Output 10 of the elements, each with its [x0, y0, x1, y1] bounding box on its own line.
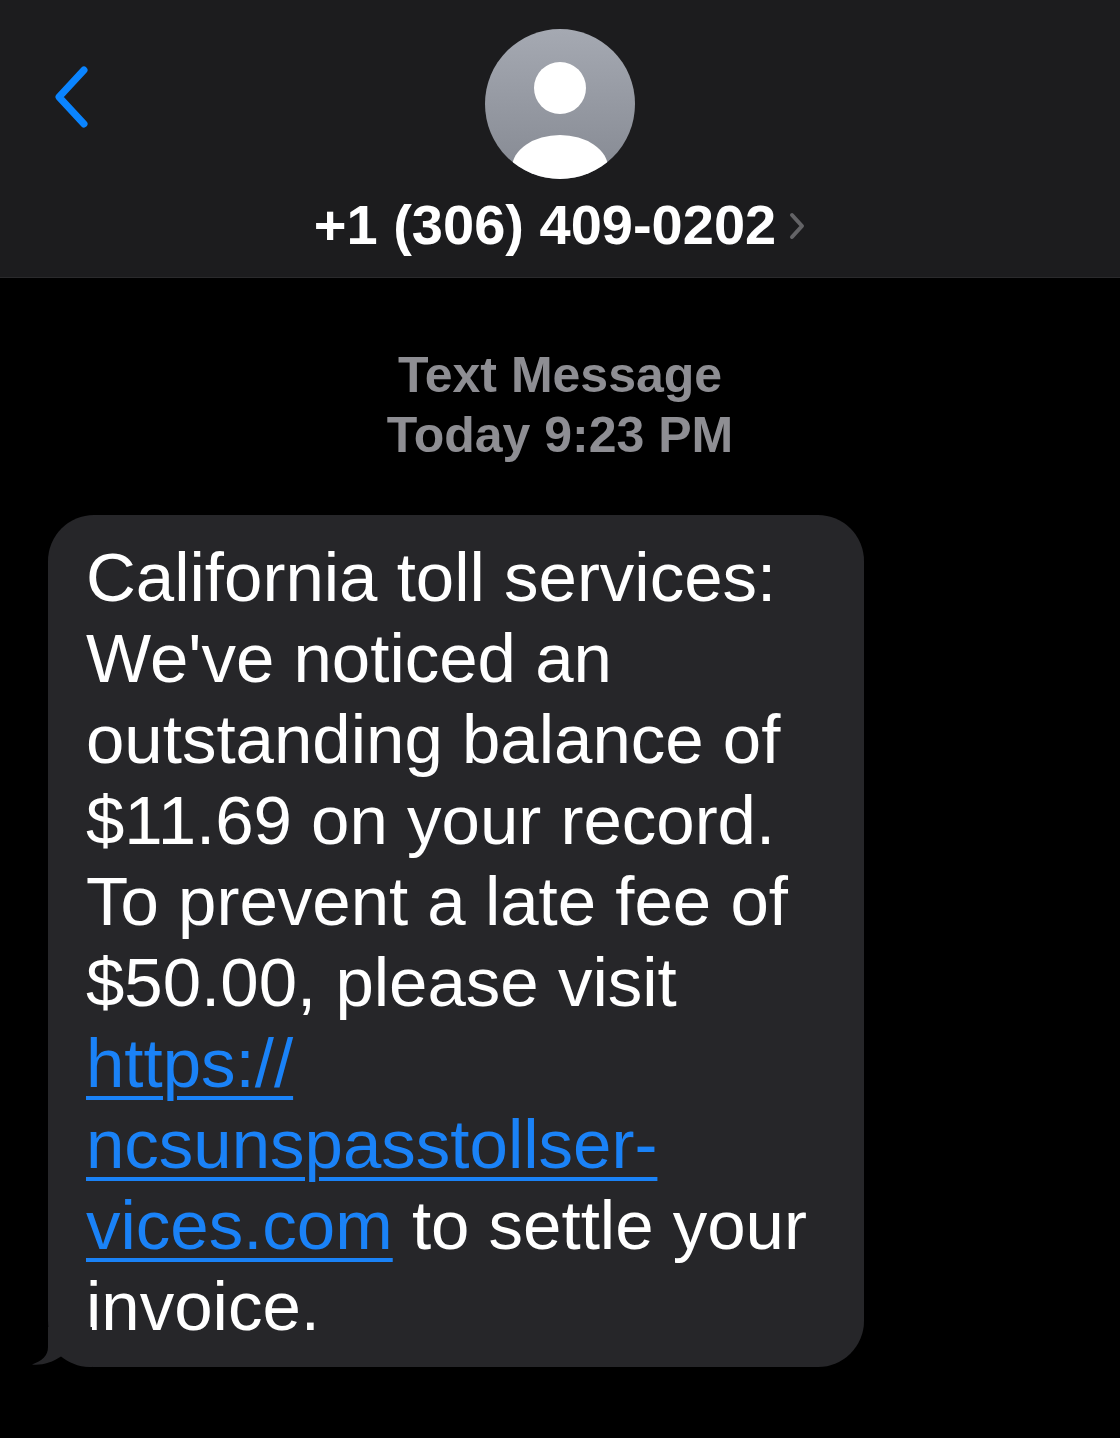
service-label: Text Message	[397, 346, 723, 405]
contact-button[interactable]: +1 (306) 409-0202	[313, 193, 807, 257]
message-link[interactable]: vices.com	[86, 1187, 393, 1264]
message-timestamp: Today 9:23 PM	[386, 406, 734, 465]
message-link[interactable]: https://	[86, 1025, 294, 1102]
chevron-right-icon	[788, 212, 807, 240]
message-link[interactable]: ncsunspasstollser-	[86, 1106, 658, 1183]
message-text: California toll services: We've noticed an outstanding balance of $11.69 on your record. To prevent a late fee of $50.00, please visit https:// ncsunspasstollser- vices.com to settle your invoice.	[86, 538, 808, 1347]
back-icon[interactable]	[52, 65, 90, 129]
avatar-icon[interactable]	[485, 29, 635, 179]
